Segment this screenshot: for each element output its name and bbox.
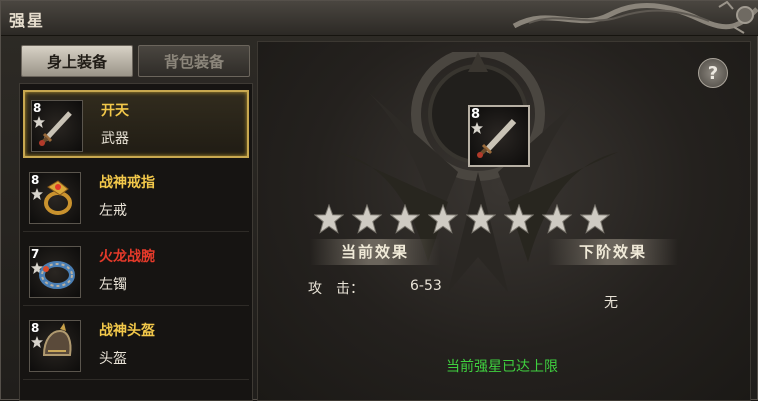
strengthen-star-window: 强星 身上装备 背包装备 8 开天 武器 8 战神戒指 左戒 7 火龙战腕 左镯… <box>0 0 758 401</box>
star-icon <box>352 204 382 234</box>
tab-equipped[interactable]: 身上装备 <box>21 45 133 77</box>
item-icon-frame: 8 <box>29 172 81 224</box>
helmet-icon <box>42 323 72 356</box>
star-icon <box>428 204 458 234</box>
max-level-message: 当前强星已达上限 <box>446 359 558 375</box>
item-slot: 武器 <box>101 131 129 147</box>
help-button[interactable]: ? <box>698 58 728 88</box>
tab-bag[interactable]: 背包装备 <box>138 45 250 77</box>
sword-icon <box>39 111 72 146</box>
equipment-list: 8 开天 武器 8 战神戒指 左戒 7 火龙战腕 左镯 8 战神头盔 头盔 <box>19 83 253 401</box>
next-effect-header: 下阶效果 <box>548 239 678 265</box>
list-item[interactable]: 8 开天 武器 <box>23 90 249 158</box>
list-item[interactable]: 7 火龙战腕 左镯 <box>23 238 249 306</box>
star-icon <box>542 204 572 234</box>
item-name: 火龙战腕 <box>99 249 155 265</box>
item-slot: 头盔 <box>99 351 127 367</box>
star-icon <box>466 204 496 234</box>
attack-label: 攻 击： <box>308 281 364 297</box>
list-item[interactable]: 8 战神戒指 左戒 <box>23 164 249 232</box>
item-name: 开天 <box>101 103 129 119</box>
ring-icon <box>44 180 72 215</box>
list-item[interactable]: 8 战神头盔 头盔 <box>23 312 249 380</box>
title-bar[interactable]: 强星 <box>1 1 758 36</box>
star-icon <box>504 204 534 234</box>
attack-value: 6-53 <box>410 278 442 294</box>
sword-icon <box>477 118 517 158</box>
item-icon-frame: 8 <box>31 100 83 152</box>
item-icon-frame: 7 <box>29 246 81 298</box>
item-slot: 左镯 <box>99 277 127 293</box>
next-effect-value: 无 <box>604 295 618 311</box>
detail-panel: ? 8 当前效果 下阶效果 攻 击： 6-53 无 当前强星已达上限 <box>257 41 751 401</box>
list-item-partial[interactable] <box>23 386 249 400</box>
star-icon <box>390 204 420 234</box>
dragon-ornament <box>512 1 758 34</box>
star-icon <box>580 204 610 234</box>
bracelet-icon <box>39 261 75 289</box>
current-effect-header: 当前效果 <box>310 239 440 265</box>
selected-item-icon-frame: 8 <box>468 105 530 167</box>
item-slot: 左戒 <box>99 203 127 219</box>
star-rating <box>314 204 614 236</box>
window-title: 强星 <box>9 11 46 30</box>
item-name: 战神戒指 <box>99 175 155 191</box>
item-name: 战神头盔 <box>99 323 155 339</box>
star-icon <box>314 204 344 234</box>
item-icon-frame: 8 <box>29 320 81 372</box>
